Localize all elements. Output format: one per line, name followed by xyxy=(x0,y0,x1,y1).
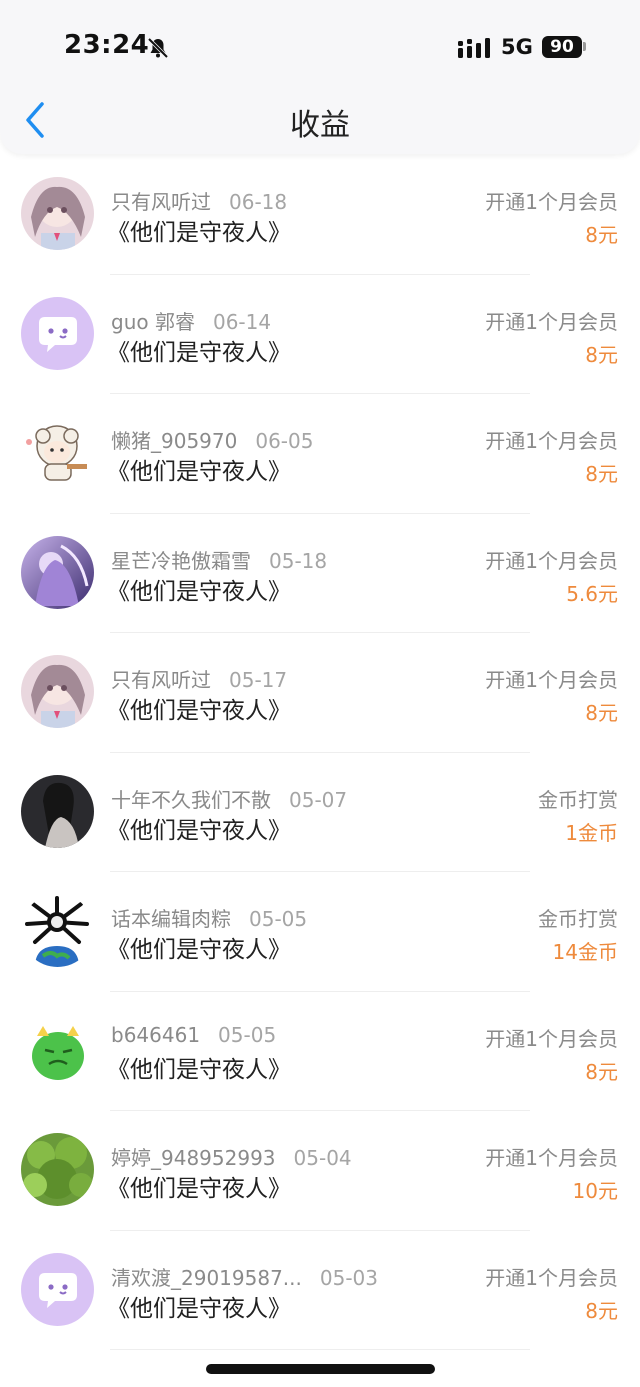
earning-type: 开通1个月会员 xyxy=(485,1265,618,1290)
date: 05-05 xyxy=(218,1022,277,1047)
network-type: 5G xyxy=(501,35,533,59)
avatar[interactable] xyxy=(21,655,94,728)
earning-type: 开通1个月会员 xyxy=(485,668,618,692)
user-name: guo 郭睿 06-14 xyxy=(111,309,272,334)
battery-tip xyxy=(583,42,586,51)
book-title: 《他们是守夜人》 xyxy=(107,937,291,963)
book-title: 《他们是守夜人》 xyxy=(107,459,291,485)
date: 05-18 xyxy=(269,548,328,573)
book-title: 《他们是守夜人》 xyxy=(107,578,291,605)
earning-row[interactable]: 只有风听过 05-17 《他们是守夜人》 开通1个月会员 8元 xyxy=(0,633,640,753)
page-title: 收益 xyxy=(290,108,350,143)
earning-amount: 8元 xyxy=(585,223,618,247)
earning-type: 开通1个月会员 xyxy=(485,548,618,573)
earning-type: 金币打赏 xyxy=(538,787,618,812)
date: 06-18 xyxy=(229,190,288,214)
avatar[interactable] xyxy=(21,1252,94,1326)
signal-icon xyxy=(458,38,490,58)
earning-amount: 1金币 xyxy=(565,820,618,845)
book-title: 《他们是守夜人》 xyxy=(107,1295,291,1322)
book-title: 《他们是守夜人》 xyxy=(107,220,291,246)
earnings-list: 只有风听过 06-18 《他们是守夜人》 开通1个月会员 8元 guo 郭睿 06-14 《他… xyxy=(0,155,640,1350)
earning-row[interactable]: 话本编辑肉粽 05-05 《他们是守夜人》 金币打赏 14金币 xyxy=(0,872,640,992)
earning-row[interactable]: 清欢渡_29019587... 05-03 《他们是守夜人》 开通1个月会员 8元 xyxy=(0,1231,640,1350)
avatar[interactable] xyxy=(21,1133,94,1206)
avatar[interactable] xyxy=(21,1013,94,1087)
bell-muted-icon xyxy=(147,37,169,59)
battery-level: 90 xyxy=(542,36,582,58)
user-name: b646461 05-05 xyxy=(111,1022,277,1047)
earning-type: 开通1个月会员 xyxy=(485,1026,618,1051)
avatar[interactable] xyxy=(21,774,94,848)
earning-type: 开通1个月会员 xyxy=(485,429,618,453)
earning-amount: 5.6元 xyxy=(566,581,618,606)
date: 05-03 xyxy=(319,1265,378,1290)
book-title: 《他们是守夜人》 xyxy=(107,1176,291,1202)
avatar[interactable] xyxy=(21,296,94,370)
user-name: 婷婷_948952993 05-04 xyxy=(111,1146,352,1170)
earning-row[interactable]: 只有风听过 06-18 《他们是守夜人》 开通1个月会员 8元 xyxy=(0,155,640,275)
earning-type: 开通1个月会员 xyxy=(485,190,618,214)
earning-amount: 14金币 xyxy=(552,940,618,964)
date: 05-05 xyxy=(249,907,308,931)
earning-row[interactable]: b646461 05-05 《他们是守夜人》 开通1个月会员 8元 xyxy=(0,992,640,1111)
avatar[interactable] xyxy=(21,177,94,250)
header-bar: 23:24 5G 90 收益 xyxy=(0,0,640,154)
earning-amount: 8元 xyxy=(585,1298,618,1323)
earning-row[interactable]: 懒猪_905970 06-05 《他们是守夜人》 开通1个月会员 8元 xyxy=(0,394,640,514)
book-title: 《他们是守夜人》 xyxy=(107,698,291,724)
user-name: 十年不久我们不散 05-07 xyxy=(111,787,348,812)
date: 05-07 xyxy=(289,787,348,812)
avatar[interactable] xyxy=(21,535,94,609)
earning-amount: 8元 xyxy=(585,342,618,367)
user-name: 懒猪_905970 06-05 xyxy=(111,429,314,453)
earning-type: 金币打赏 xyxy=(538,907,618,931)
earning-amount: 8元 xyxy=(585,701,618,725)
user-name: 只有风听过 06-18 xyxy=(111,190,288,214)
earning-row[interactable]: 婷婷_948952993 05-04 《他们是守夜人》 开通1个月会员 10元 xyxy=(0,1111,640,1231)
date: 06-05 xyxy=(255,429,314,453)
earning-row[interactable]: 星芒冷艳傲霜雪 05-18 《他们是守夜人》 开通1个月会员 5.6元 xyxy=(0,514,640,633)
date: 05-04 xyxy=(293,1146,352,1170)
avatar[interactable] xyxy=(21,416,94,489)
user-name: 只有风听过 05-17 xyxy=(111,668,288,692)
user-name: 星芒冷艳傲霜雪 05-18 xyxy=(111,548,328,573)
book-title: 《他们是守夜人》 xyxy=(107,817,291,844)
earning-row[interactable]: guo 郭睿 06-14 《他们是守夜人》 开通1个月会员 8元 xyxy=(0,275,640,394)
earning-type: 开通1个月会员 xyxy=(485,1146,618,1170)
avatar[interactable] xyxy=(21,894,94,967)
date: 06-14 xyxy=(212,309,272,334)
earning-type: 开通1个月会员 xyxy=(485,309,618,334)
book-title: 《他们是守夜人》 xyxy=(107,339,291,366)
divider xyxy=(110,1349,530,1350)
home-indicator[interactable] xyxy=(206,1364,435,1374)
status-time: 23:24 xyxy=(64,30,150,60)
earning-row[interactable]: 十年不久我们不散 05-07 《他们是守夜人》 金币打赏 1金币 xyxy=(0,753,640,872)
user-name: 清欢渡_29019587... 05-03 xyxy=(111,1265,378,1290)
earning-amount: 8元 xyxy=(585,1059,618,1084)
earning-amount: 8元 xyxy=(585,462,618,486)
earning-amount: 10元 xyxy=(572,1179,618,1203)
date: 05-17 xyxy=(229,668,288,692)
book-title: 《他们是守夜人》 xyxy=(107,1056,291,1083)
user-name: 话本编辑肉粽 05-05 xyxy=(111,907,308,931)
